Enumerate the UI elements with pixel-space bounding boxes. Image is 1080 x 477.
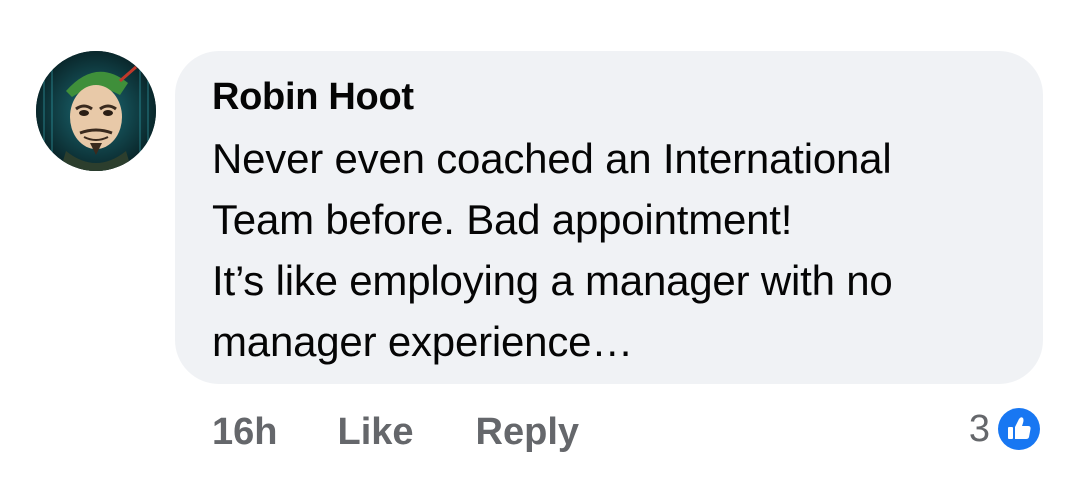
reply-button[interactable]: Reply xyxy=(476,411,579,454)
like-button[interactable]: Like xyxy=(337,411,413,454)
comment-text-line: It’s like employing a manager with no xyxy=(212,257,893,304)
comment-actions: 16h Like Reply xyxy=(212,404,579,460)
reaction-summary[interactable]: 3 xyxy=(969,403,1044,455)
comment-bubble: Robin Hoot Never even coached an Interna… xyxy=(175,51,1043,384)
like-reaction-badge xyxy=(994,404,1044,454)
avatar[interactable] xyxy=(36,51,156,171)
comment-text-line: Never even coached an International xyxy=(212,135,892,182)
comment-text-line: manager experience… xyxy=(212,318,634,365)
comment: Robin Hoot Never even coached an Interna… xyxy=(0,0,1080,477)
comment-author[interactable]: Robin Hoot xyxy=(212,76,414,119)
reaction-count: 3 xyxy=(968,407,990,450)
comment-text-line: Team before. Bad appointment! xyxy=(212,196,793,243)
masked-face-avatar xyxy=(36,51,156,171)
comment-text: Never even coached an International Team… xyxy=(212,128,1022,372)
comment-timestamp[interactable]: 16h xyxy=(212,411,277,454)
thumbs-up-icon xyxy=(998,408,1040,450)
